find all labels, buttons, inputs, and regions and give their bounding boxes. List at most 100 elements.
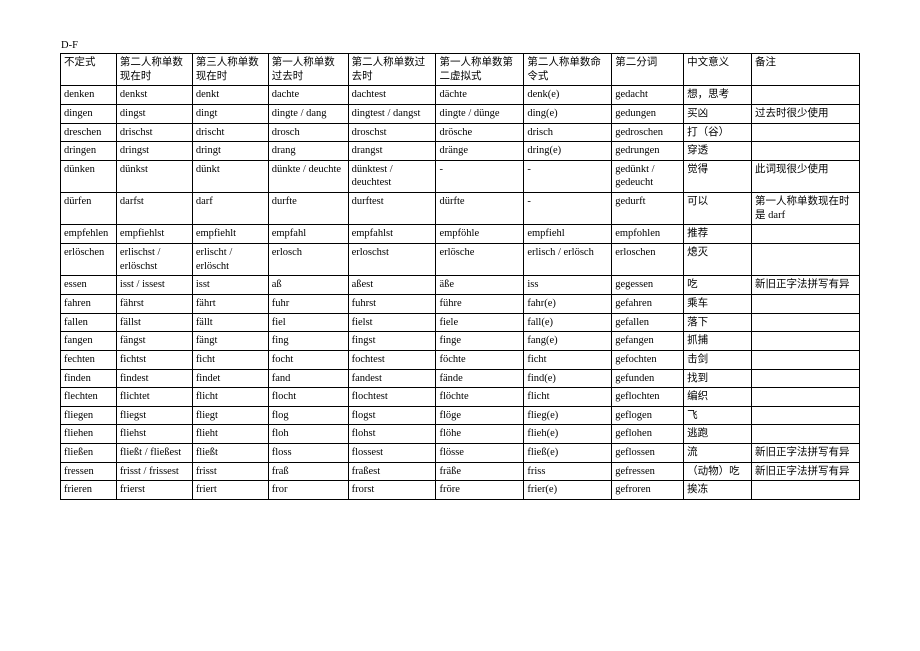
table-cell: flieht: [192, 425, 268, 444]
table-cell: dünkte / deuchte: [268, 160, 348, 192]
table-cell: fließ(e): [524, 444, 612, 463]
table-cell: dürfen: [61, 193, 117, 225]
table-cell: fräße: [436, 462, 524, 481]
table-cell: fliegst: [116, 406, 192, 425]
table-cell: fuhrst: [348, 294, 436, 313]
table-cell: drangst: [348, 142, 436, 161]
table-cell: flieh(e): [524, 425, 612, 444]
table-cell: [752, 369, 860, 388]
table-cell: gedünkt / gedeucht: [612, 160, 684, 192]
col-2p-past: 第二人称单数过去时: [348, 54, 436, 86]
table-cell: focht: [268, 350, 348, 369]
table-cell: frorst: [348, 481, 436, 500]
table-cell: empfahlst: [348, 225, 436, 244]
table-cell: erlosch: [268, 244, 348, 276]
table-row: flechtenflichtetflichtflochtflochtestflö…: [61, 388, 860, 407]
table-cell: essen: [61, 276, 117, 295]
table-row: empfehlenempfiehlstempfiehltempfahlempfa…: [61, 225, 860, 244]
table-cell: aß: [268, 276, 348, 295]
table-cell: fichtst: [116, 350, 192, 369]
table-cell: findest: [116, 369, 192, 388]
table-cell: fingst: [348, 332, 436, 351]
table-cell: geflossen: [612, 444, 684, 463]
table-cell: flog: [268, 406, 348, 425]
table-cell: flochtest: [348, 388, 436, 407]
table-cell: 吃: [684, 276, 752, 295]
table-cell: fahr(e): [524, 294, 612, 313]
section-title: D-F: [60, 40, 860, 51]
table-cell: [752, 244, 860, 276]
table-cell: fällt: [192, 313, 268, 332]
table-row: fließenfließt / fließestfließtflossfloss…: [61, 444, 860, 463]
table-cell: gedrungen: [612, 142, 684, 161]
table-cell: denk(e): [524, 86, 612, 105]
table-cell: -: [524, 193, 612, 225]
table-cell: dring(e): [524, 142, 612, 161]
table-cell: fangen: [61, 332, 117, 351]
table-cell: 新旧正字法拼写有异: [752, 462, 860, 481]
table-cell: dreschen: [61, 123, 117, 142]
table-cell: dringen: [61, 142, 117, 161]
table-cell: 飞: [684, 406, 752, 425]
table-cell: gedacht: [612, 86, 684, 105]
table-cell: 买凶: [684, 104, 752, 123]
table-cell: geflochten: [612, 388, 684, 407]
table-cell: fahren: [61, 294, 117, 313]
table-cell: frier(e): [524, 481, 612, 500]
table-cell: 想，思考: [684, 86, 752, 105]
col-3p-present: 第三人称单数现在时: [192, 54, 268, 86]
col-pp: 第二分词: [612, 54, 684, 86]
table-cell: [752, 123, 860, 142]
table-cell: denkt: [192, 86, 268, 105]
table-cell: 编织: [684, 388, 752, 407]
table-cell: -: [524, 160, 612, 192]
table-cell: friss: [524, 462, 612, 481]
table-cell: 新旧正字法拼写有异: [752, 276, 860, 295]
table-cell: fliehst: [116, 425, 192, 444]
table-cell: gefangen: [612, 332, 684, 351]
table-cell: empfiehl: [524, 225, 612, 244]
table-cell: frisst: [192, 462, 268, 481]
table-cell: fliehen: [61, 425, 117, 444]
table-cell: fochtest: [348, 350, 436, 369]
table-cell: fechten: [61, 350, 117, 369]
col-2p-imp: 第二人称单数命令式: [524, 54, 612, 86]
col-meaning: 中文意义: [684, 54, 752, 86]
table-cell: föchte: [436, 350, 524, 369]
table-cell: 流: [684, 444, 752, 463]
table-cell: friert: [192, 481, 268, 500]
table-cell: flohst: [348, 425, 436, 444]
table-cell: dünkst: [116, 160, 192, 192]
table-cell: gedroschen: [612, 123, 684, 142]
table-cell: fror: [268, 481, 348, 500]
table-cell: frieren: [61, 481, 117, 500]
table-cell: fände: [436, 369, 524, 388]
table-cell: dingt: [192, 104, 268, 123]
table-cell: 可以: [684, 193, 752, 225]
table-cell: durfte: [268, 193, 348, 225]
table-cell: dünktest / deuchtest: [348, 160, 436, 192]
table-cell: 挨冻: [684, 481, 752, 500]
table-cell: 觉得: [684, 160, 752, 192]
table-cell: fing: [268, 332, 348, 351]
table-cell: [752, 86, 860, 105]
verb-table: 不定式 第二人称单数现在时 第三人称单数现在时 第一人称单数过去时 第二人称单数…: [60, 53, 860, 500]
table-cell: fällst: [116, 313, 192, 332]
table-cell: empfohlen: [612, 225, 684, 244]
table-cell: fressen: [61, 462, 117, 481]
table-cell: dränge: [436, 142, 524, 161]
table-cell: flogst: [348, 406, 436, 425]
table-cell: drang: [268, 142, 348, 161]
table-cell: droschst: [348, 123, 436, 142]
table-cell: flöhe: [436, 425, 524, 444]
table-cell: erlisch / erlösch: [524, 244, 612, 276]
table-cell: geflohen: [612, 425, 684, 444]
table-cell: drosch: [268, 123, 348, 142]
table-cell: fröre: [436, 481, 524, 500]
table-cell: führe: [436, 294, 524, 313]
table-cell: drisch: [524, 123, 612, 142]
table-cell: geflogen: [612, 406, 684, 425]
table-cell: gefahren: [612, 294, 684, 313]
table-cell: dingen: [61, 104, 117, 123]
table-row: denkendenkstdenktdachtedachtestdächteden…: [61, 86, 860, 105]
